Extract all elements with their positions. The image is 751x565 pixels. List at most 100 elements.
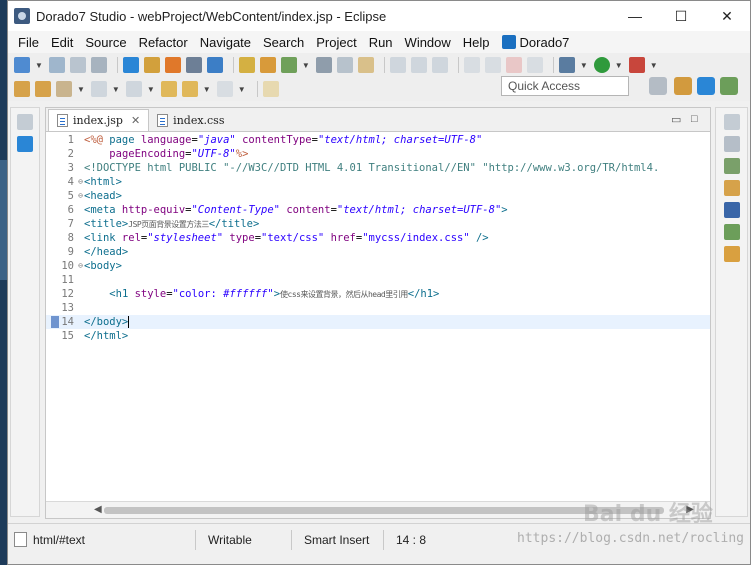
external-tools-icon[interactable] [628, 57, 645, 73]
tab-index-css[interactable]: index.css [149, 109, 232, 131]
print-icon[interactable] [90, 57, 107, 73]
scroll-thumb[interactable] [104, 507, 664, 514]
model-icon[interactable] [164, 57, 181, 73]
color-value: #ffffff [223, 288, 268, 300]
properties-view-icon[interactable] [723, 224, 740, 240]
toggle-icon[interactable] [336, 57, 353, 73]
line-number: 6 [67, 204, 74, 216]
menu-dorado7[interactable]: Dorado7 [496, 35, 576, 50]
maximize-button[interactable]: ☐ [658, 1, 704, 31]
last-edit-icon[interactable] [160, 81, 177, 97]
code-line: 6 <meta http-equiv="Content-Type" conten… [46, 203, 710, 217]
new-icon[interactable] [14, 57, 30, 73]
pin-editor-icon[interactable] [262, 81, 279, 97]
attr-value: "stylesheet" [147, 232, 224, 244]
menu-help[interactable]: Help [457, 35, 496, 50]
line-number: 11 [61, 274, 74, 286]
dropdown-arrow-icon[interactable]: ▼ [580, 61, 588, 70]
current-code-line: 14 </body> [46, 315, 710, 329]
menu-run[interactable]: Run [363, 35, 399, 50]
open-folder-icon[interactable] [14, 81, 30, 97]
debug-icon[interactable] [558, 57, 575, 73]
status-cursor-position: 14 : 8 [383, 529, 438, 550]
dropdown-arrow-icon[interactable]: ▼ [77, 85, 85, 94]
dorado-tool-icon[interactable] [122, 57, 139, 73]
open-type-icon[interactable] [238, 57, 255, 73]
line-number: 12 [61, 288, 74, 300]
snippets-view-icon[interactable] [723, 246, 740, 262]
step-icon[interactable] [389, 57, 406, 73]
disconnect-icon[interactable] [526, 57, 543, 73]
next-annotation-icon[interactable] [90, 81, 107, 97]
dorado-perspective-icon[interactable] [697, 77, 715, 95]
menu-project[interactable]: Project [310, 35, 362, 50]
restore-icon[interactable] [17, 114, 33, 130]
outline-view-icon[interactable] [723, 136, 740, 152]
menu-refactor[interactable]: Refactor [133, 35, 194, 50]
console-view-icon[interactable] [723, 202, 740, 218]
servers-view-icon[interactable] [723, 180, 740, 196]
run-icon[interactable] [593, 57, 610, 73]
attr-value: "text/html; charset=UTF-8" [317, 134, 483, 146]
open-perspective-icon[interactable] [649, 77, 667, 95]
view-icon[interactable] [185, 57, 202, 73]
attr-name: type [223, 232, 255, 244]
dropdown-arrow-icon[interactable]: ▼ [35, 61, 43, 70]
tab-index-jsp[interactable]: index.jsp ✕ [48, 109, 150, 131]
fold-icon[interactable]: ⊖ [78, 189, 83, 203]
forward-icon[interactable] [216, 81, 233, 97]
server-icon[interactable] [259, 57, 276, 73]
menu-dorado7-label: Dorado7 [519, 34, 570, 50]
resume-icon[interactable] [463, 57, 480, 73]
minimize-editor-icon[interactable]: ▭ [671, 113, 681, 126]
toolbar-separator [116, 57, 118, 73]
code-line: 9 </head> [46, 245, 710, 259]
suspend-icon[interactable] [484, 57, 501, 73]
close-button[interactable]: ✕ [704, 1, 750, 31]
open-project-icon[interactable] [35, 81, 51, 97]
close-tab-icon[interactable]: ✕ [131, 114, 140, 127]
java-ee-perspective-icon[interactable] [674, 77, 692, 95]
mark-icon[interactable] [357, 57, 374, 73]
quick-access-input[interactable]: Quick Access [501, 76, 629, 96]
fold-icon[interactable]: ⊖ [78, 175, 83, 189]
editor-area: index.jsp ✕ index.css ▭ □ 1 <%@ page lan… [45, 107, 711, 519]
menu-navigate[interactable]: Navigate [194, 35, 257, 50]
dropdown-arrow-icon[interactable]: ▼ [112, 85, 120, 94]
web-browser-icon[interactable] [280, 57, 297, 73]
restore-icon[interactable] [723, 114, 740, 130]
maximize-editor-icon[interactable]: □ [691, 113, 698, 125]
code-editor[interactable]: 1 <%@ page language="java" contentType="… [46, 133, 710, 495]
dorado-view-icon[interactable] [17, 136, 33, 152]
dropdown-arrow-icon[interactable]: ▼ [615, 61, 623, 70]
dropdown-arrow-icon[interactable]: ▼ [203, 85, 211, 94]
step-over-icon[interactable] [410, 57, 427, 73]
dropdown-arrow-icon[interactable]: ▼ [238, 85, 246, 94]
pencil-icon[interactable] [56, 81, 72, 97]
menu-source[interactable]: Source [79, 35, 132, 50]
fold-icon[interactable]: ⊖ [78, 259, 83, 273]
debug-perspective-icon[interactable] [720, 77, 738, 95]
save-all-icon[interactable] [69, 57, 86, 73]
menu-window[interactable]: Window [399, 35, 457, 50]
dropdown-arrow-icon[interactable]: ▼ [302, 61, 310, 70]
perspective-icon[interactable] [206, 57, 223, 73]
pen-icon[interactable] [315, 57, 332, 73]
save-icon[interactable] [48, 57, 65, 73]
task-list-icon[interactable] [723, 158, 740, 174]
menu-search[interactable]: Search [257, 35, 310, 50]
wizard-icon[interactable] [143, 57, 160, 73]
step-return-icon[interactable] [431, 57, 448, 73]
minimize-button[interactable]: — [612, 1, 658, 31]
line-number: 5 ⊖ [67, 189, 83, 203]
terminate-icon[interactable] [505, 57, 522, 73]
menu-edit[interactable]: Edit [45, 35, 79, 50]
dropdown-arrow-icon[interactable]: ▼ [650, 61, 658, 70]
back-icon[interactable] [181, 81, 198, 97]
left-minimized-stack [10, 107, 40, 517]
line-number: 4 ⊖ [67, 175, 83, 189]
menu-file[interactable]: File [12, 35, 45, 50]
scroll-left-icon[interactable]: ◀ [94, 504, 102, 515]
dropdown-arrow-icon[interactable]: ▼ [147, 85, 155, 94]
prev-annotation-icon[interactable] [125, 81, 142, 97]
